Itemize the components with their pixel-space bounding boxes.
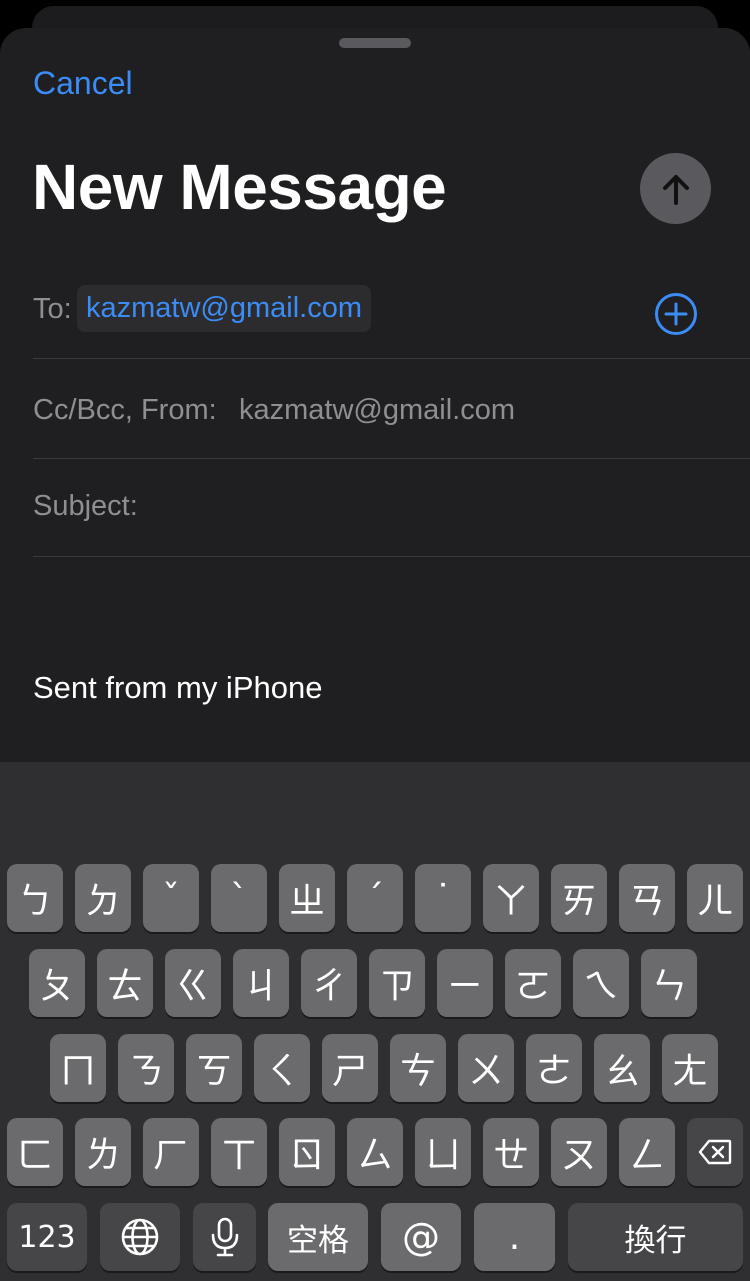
cancel-button[interactable]: Cancel xyxy=(33,65,133,102)
key[interactable]: ㄇ xyxy=(50,1034,106,1102)
key[interactable]: ㄛ xyxy=(505,949,561,1017)
key[interactable]: ㄐ xyxy=(233,949,289,1017)
key[interactable]: ㄒ xyxy=(211,1118,267,1186)
key[interactable]: ㄝ xyxy=(483,1118,539,1186)
key[interactable]: ㄈ xyxy=(7,1118,63,1186)
key[interactable]: ㄅ xyxy=(7,864,63,932)
key[interactable]: ˙ xyxy=(415,864,471,932)
key[interactable]: ㄏ xyxy=(143,1118,199,1186)
key[interactable]: ㄋ xyxy=(118,1034,174,1102)
to-field[interactable]: To: kazmatw@gmail.com xyxy=(33,260,750,359)
key[interactable]: ㄥ xyxy=(619,1118,675,1186)
space-key[interactable]: 空格 xyxy=(268,1203,368,1271)
key[interactable]: ㄑ xyxy=(254,1034,310,1102)
key[interactable]: ㄊ xyxy=(97,949,153,1017)
to-label: To: xyxy=(33,293,72,325)
compose-sheet: Cancel New Message To: kazmatw@gmail.com… xyxy=(0,28,750,762)
key[interactable]: ㄎ xyxy=(186,1034,242,1102)
arrow-up-icon xyxy=(662,174,689,205)
globe-key[interactable] xyxy=(100,1203,180,1271)
delete-backward-icon xyxy=(698,1139,732,1165)
key[interactable]: ㄚ xyxy=(483,864,539,932)
key[interactable]: ㄜ xyxy=(526,1034,582,1102)
key[interactable]: ㄞ xyxy=(551,864,607,932)
recipient-chip[interactable]: kazmatw@gmail.com xyxy=(77,285,371,332)
key[interactable]: ㄨ xyxy=(458,1034,514,1102)
key[interactable]: ㄩ xyxy=(415,1118,471,1186)
key[interactable]: ㄆ xyxy=(29,949,85,1017)
key[interactable]: ㄍ xyxy=(165,949,221,1017)
globe-icon xyxy=(121,1218,159,1256)
key[interactable]: ˊ xyxy=(347,864,403,932)
page-title: New Message xyxy=(32,151,447,223)
numbers-key[interactable]: 123 xyxy=(7,1203,87,1271)
key[interactable]: ㄌ xyxy=(75,1118,131,1186)
key[interactable]: ㄗ xyxy=(369,949,425,1017)
key[interactable]: ㄢ xyxy=(619,864,675,932)
send-button[interactable] xyxy=(640,153,711,224)
key[interactable]: ㄤ xyxy=(662,1034,718,1102)
key[interactable]: ㄙ xyxy=(347,1118,403,1186)
period-key[interactable]: . xyxy=(474,1203,555,1271)
subject-field[interactable]: Subject: xyxy=(33,459,750,557)
key[interactable]: ㄖ xyxy=(279,1118,335,1186)
key[interactable]: ㄉ xyxy=(75,864,131,932)
keyboard: ㄅ ㄉ ˇ ˋ ㄓ ˊ ˙ ㄚ ㄞ ㄢ ㄦ ㄆ ㄊ ㄍ ㄐ ㄔ ㄗ ㄧ ㄛ ㄟ … xyxy=(0,762,750,1281)
cc-from-field[interactable]: Cc/Bcc, From: kazmatw@gmail.com xyxy=(33,361,750,459)
cc-from-label: Cc/Bcc, From: xyxy=(33,394,217,426)
key[interactable]: ㄣ xyxy=(641,949,697,1017)
key[interactable]: ㄡ xyxy=(551,1118,607,1186)
key[interactable]: ㄕ xyxy=(322,1034,378,1102)
sheet-grabber[interactable] xyxy=(339,38,411,48)
at-key[interactable]: @ xyxy=(381,1203,461,1271)
key[interactable]: ㄘ xyxy=(390,1034,446,1102)
message-body-signature[interactable]: Sent from my iPhone xyxy=(33,670,322,706)
dictation-key[interactable] xyxy=(193,1203,256,1271)
key[interactable]: ㄦ xyxy=(687,864,743,932)
subject-label: Subject: xyxy=(33,490,138,522)
microphone-icon xyxy=(211,1217,238,1257)
return-key[interactable]: 換行 xyxy=(568,1203,743,1271)
key[interactable]: ㄟ xyxy=(573,949,629,1017)
from-value: kazmatw@gmail.com xyxy=(239,394,515,426)
key[interactable]: ㄧ xyxy=(437,949,493,1017)
backspace-button[interactable] xyxy=(687,1118,743,1186)
key[interactable]: ㄠ xyxy=(594,1034,650,1102)
key[interactable]: ㄓ xyxy=(279,864,335,932)
key[interactable]: ㄔ xyxy=(301,949,357,1017)
add-contact-icon[interactable] xyxy=(654,292,698,336)
key[interactable]: ˇ xyxy=(143,864,199,932)
key[interactable]: ˋ xyxy=(211,864,267,932)
